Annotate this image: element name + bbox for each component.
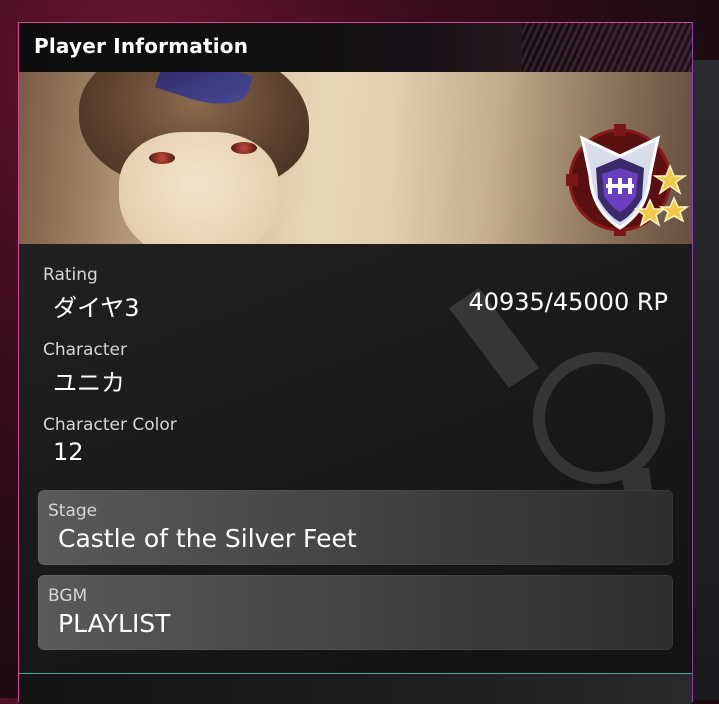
rating-label: Rating <box>43 265 98 285</box>
background-right-edge <box>689 60 719 700</box>
player-information-panel: Player Information Rating ダイヤ3 40935/450… <box>18 22 693 704</box>
header-decoration <box>522 23 692 72</box>
bgm-value: PLAYLIST <box>58 609 171 638</box>
stage-label: Stage <box>48 501 98 521</box>
character-label: Character <box>43 340 127 360</box>
stage-value: Castle of the Silver Feet <box>58 524 357 553</box>
panel-title: Player Information <box>34 34 249 58</box>
character-value: ユニカ <box>53 369 125 397</box>
bgm-field[interactable]: BGM PLAYLIST <box>38 575 673 650</box>
bgm-label: BGM <box>48 586 88 606</box>
character-color-value: 12 <box>53 438 84 466</box>
panel-header: Player Information <box>19 23 692 72</box>
character-banner <box>19 72 692 244</box>
stage-field[interactable]: Stage Castle of the Silver Feet <box>38 490 673 565</box>
character-color-label: Character Color <box>43 415 177 435</box>
footer-strip <box>19 674 692 704</box>
rating-value: ダイヤ3 <box>53 294 140 322</box>
rating-points: 40935/45000 RP <box>468 288 668 316</box>
diamond-rank-badge-icon <box>566 124 690 236</box>
